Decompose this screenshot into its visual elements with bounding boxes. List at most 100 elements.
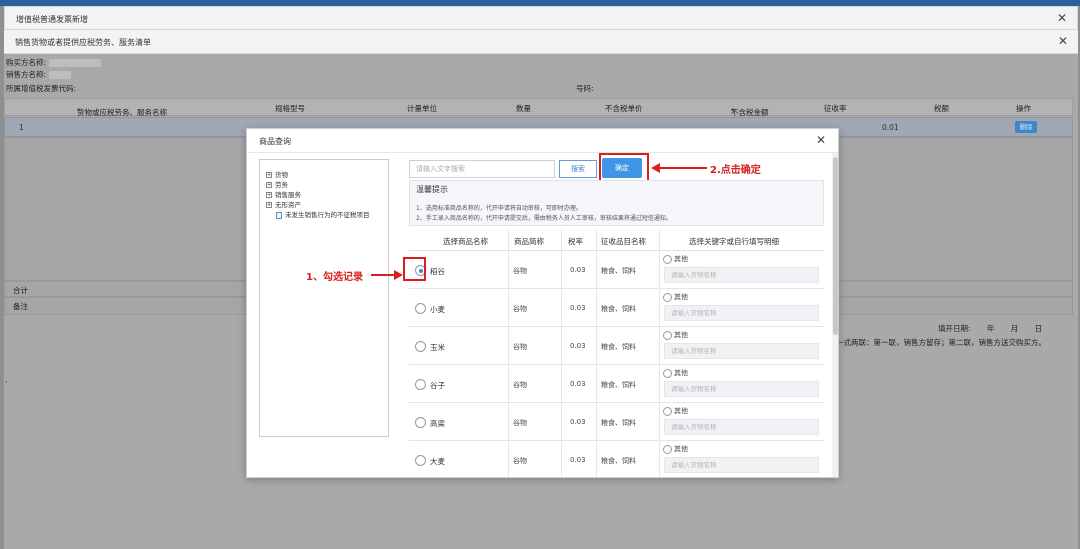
tip-line: 2、手工录入商品名称的，代开申请提交后，需由税务人员人工审核，审核结果将通过短信… xyxy=(416,215,672,222)
product-short-name: 谷物 xyxy=(513,457,527,465)
product-table-header: 选择商品名称 商品简称 税率 征收品目名称 选择关键字或自行填写明细 xyxy=(409,229,824,251)
product-row[interactable]: 高粱 谷物 0.03 粮食、饲料 其他 请输入货物名称 xyxy=(409,403,824,441)
product-row[interactable]: 玉米 谷物 0.03 粮食、饲料 其他 请输入货物名称 xyxy=(409,327,824,365)
product-row[interactable]: 谷子 谷物 0.03 粮食、饲料 其他请输入货物名称 xyxy=(409,365,824,403)
col-unit: 计量单位 xyxy=(407,104,437,113)
category-tree: + 货物 + 劳务 + 销售服务 + 无形资产 未发生销售行为的不征税项目 xyxy=(259,159,389,437)
col-action: 操作 xyxy=(1016,104,1031,113)
product-category: 粮食、饲料 xyxy=(601,457,636,465)
select-highlight-box xyxy=(403,257,426,281)
other-option[interactable]: 其他 xyxy=(663,368,688,378)
product-row[interactable]: 稻谷 谷物 0.03 粮食、饲料 其他请输入货物名称 xyxy=(409,251,824,289)
th-rate: 税率 xyxy=(568,237,583,246)
radio-button[interactable] xyxy=(415,303,426,314)
goods-name-input[interactable]: 请输入货物名称 xyxy=(664,267,819,283)
goods-list-title: 销售货物或者提供应税劳务、服务清单 xyxy=(15,38,151,47)
total-label: 合计 xyxy=(13,286,28,295)
radio-icon[interactable] xyxy=(663,406,672,416)
tree-item-intangible[interactable]: + 无形资产 xyxy=(266,199,301,209)
tip-line: 1、选用标准商品名称的，代开申请将自动审核，可即时办理。 xyxy=(416,205,582,212)
close-icon[interactable]: ✕ xyxy=(1058,34,1068,48)
seller-line: 销售方名称: xyxy=(6,69,72,80)
invoice-dialog-titlebar: 增值税普通发票新增 ✕ xyxy=(4,6,1078,30)
tree-item-services[interactable]: + 销售服务 xyxy=(266,189,301,199)
product-name: 谷子 xyxy=(430,381,445,390)
product-name: 玉米 xyxy=(430,343,445,352)
scroll-thumb[interactable] xyxy=(833,157,838,335)
document-icon xyxy=(276,211,282,219)
product-name: 高粱 xyxy=(430,419,445,428)
goods-name-input[interactable]: 请输入货物名称 xyxy=(664,419,819,435)
goods-name-input[interactable]: 请输入货物名称 xyxy=(664,381,819,397)
th-short-name: 商品简称 xyxy=(514,237,544,246)
expand-icon[interactable]: + xyxy=(266,172,272,178)
product-category: 粮食、饲料 xyxy=(601,381,636,389)
product-row[interactable]: 小麦 谷物 0.03 粮食、饲料 其他 请输入货物名称 xyxy=(409,289,824,327)
expand-icon[interactable]: + xyxy=(266,192,272,198)
search-input[interactable]: 请输入文字搜索 xyxy=(409,160,555,178)
modal-scrollbar[interactable] xyxy=(832,153,838,477)
fill-date-label: 填开日期: 年 月 日 xyxy=(938,324,1043,333)
search-button[interactable]: 搜索 xyxy=(559,160,597,178)
invoice-grid-header: * 货物或应税劳务、服务名称 规格型号 计量单位 数量 不含税单价 * 不含税金… xyxy=(4,98,1073,117)
other-option[interactable]: 其他 xyxy=(663,444,688,454)
buyer-label: 购买方名称: xyxy=(6,58,47,67)
product-row[interactable]: 大麦 谷物 0.03 粮食、饲料 其他 请输入货物名称 xyxy=(409,441,824,477)
goods-list-titlebar: 销售货物或者提供应税劳务、服务清单 ✕ xyxy=(4,30,1078,54)
col-qty: 数量 xyxy=(516,104,531,113)
product-rate: 0.03 xyxy=(570,266,586,274)
confirm-button[interactable]: 确定 xyxy=(602,158,642,178)
goods-name-input[interactable]: 请输入货物名称 xyxy=(664,305,819,321)
tree-item-labor[interactable]: + 劳务 xyxy=(266,179,288,189)
tip-title: 温馨提示 xyxy=(416,185,448,194)
product-category: 粮食、饲料 xyxy=(601,267,636,275)
close-icon[interactable]: ✕ xyxy=(1057,11,1067,25)
arrow-right-icon xyxy=(394,270,403,280)
radio-icon[interactable] xyxy=(663,368,672,378)
radio-icon[interactable] xyxy=(663,254,672,264)
expand-icon[interactable]: + xyxy=(266,182,272,188)
expand-icon[interactable]: + xyxy=(266,202,272,208)
tree-item-goods[interactable]: + 货物 xyxy=(266,169,288,179)
close-icon[interactable]: ✕ xyxy=(816,133,826,147)
product-category: 粮食、饲料 xyxy=(601,343,636,351)
other-option[interactable]: 其他 xyxy=(663,292,688,302)
product-rate: 0.03 xyxy=(570,380,586,388)
goods-name-input[interactable]: 请输入货物名称 xyxy=(664,457,819,473)
radio-button[interactable] xyxy=(415,455,426,466)
other-option[interactable]: 其他 xyxy=(663,254,688,264)
tree-item-nontaxable[interactable]: 未发生销售行为的不征税项目 xyxy=(276,209,370,219)
modal-titlebar: 商品查询 ✕ xyxy=(247,129,838,153)
radio-button[interactable] xyxy=(415,417,426,428)
annotation-step1: 1、勾选记录 xyxy=(306,272,363,283)
product-rate: 0.03 xyxy=(570,342,586,350)
other-option[interactable]: 其他 xyxy=(663,406,688,416)
radio-button[interactable] xyxy=(415,379,426,390)
seller-label: 销售方名称: xyxy=(6,70,47,79)
expand-handle-icon[interactable]: › xyxy=(5,378,8,386)
delete-button[interactable]: 删除 xyxy=(1015,121,1037,133)
radio-icon[interactable] xyxy=(663,444,672,454)
product-short-name: 谷物 xyxy=(513,267,527,275)
product-short-name: 谷物 xyxy=(513,419,527,427)
goods-name-input[interactable]: 请输入货物名称 xyxy=(664,343,819,359)
note-label: 备注 xyxy=(13,302,28,311)
radio-icon[interactable] xyxy=(663,292,672,302)
modal-title: 商品查询 xyxy=(259,137,291,146)
col-unit-price: 不含税单价 xyxy=(605,104,643,113)
product-rate: 0.03 xyxy=(570,304,586,312)
arrow-line xyxy=(371,274,395,276)
th-product-name: 选择商品名称 xyxy=(443,237,488,246)
product-short-name: 谷物 xyxy=(513,381,527,389)
radio-icon[interactable] xyxy=(663,330,672,340)
product-name: 稻谷 xyxy=(430,267,445,276)
other-option[interactable]: 其他 xyxy=(663,330,688,340)
row-rate: 0.01 xyxy=(882,123,899,132)
radio-button[interactable] xyxy=(415,341,426,352)
col-rate: 征收率 xyxy=(824,104,847,113)
product-short-name: 谷物 xyxy=(513,305,527,313)
invoice-dialog-title: 增值税普通发票新增 xyxy=(16,15,88,24)
row-index: 1 xyxy=(19,123,24,132)
col-tax: 税额 xyxy=(934,104,949,113)
product-category: 粮食、饲料 xyxy=(601,419,636,427)
